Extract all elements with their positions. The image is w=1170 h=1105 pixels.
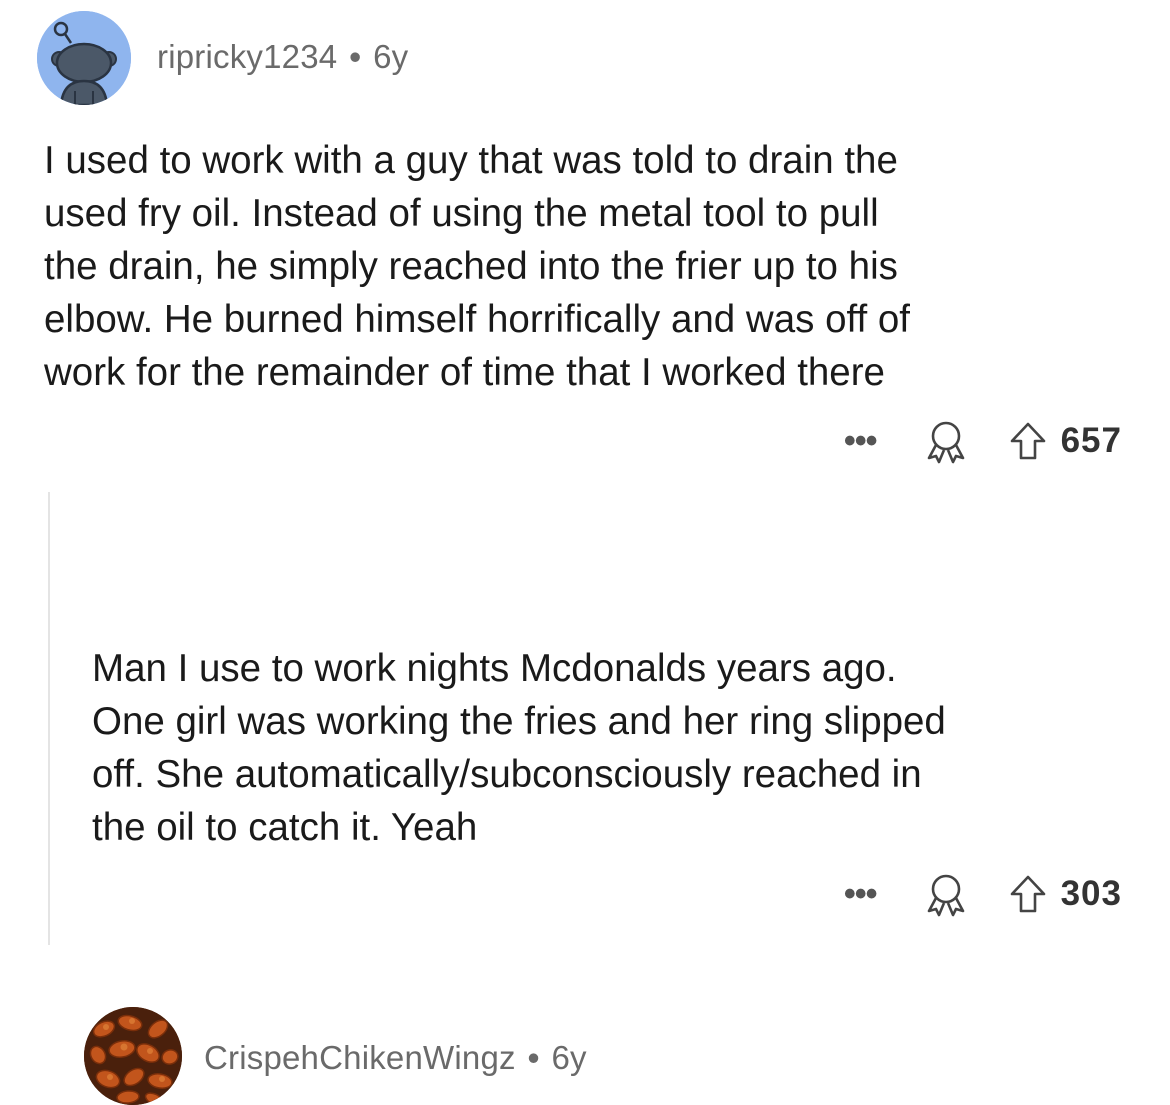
award-icon[interactable] <box>921 869 971 919</box>
comment-body-line: work for the remainder of time that I wo… <box>44 351 885 394</box>
comment-body-line: used fry oil. Instead of using the metal… <box>44 192 879 235</box>
comment-age: 6y <box>373 38 409 75</box>
user-avatar[interactable] <box>84 1007 182 1105</box>
comment-body-line: Man I use to work nights Mcdonalds years… <box>92 647 897 690</box>
meta-separator: • <box>527 1039 540 1076</box>
comment-body-line: I used to work with a guy that was told … <box>44 139 898 182</box>
more-options-icon[interactable]: ••• <box>844 424 878 458</box>
meta-separator: • <box>349 38 362 75</box>
comment-body-line: the drain, he simply reached into the fr… <box>44 245 898 288</box>
comment-actions: ••• 657 <box>844 416 1122 466</box>
comment-meta: CrispehChikenWingz • 6y <box>204 1039 587 1077</box>
username[interactable]: CrispehChikenWingz <box>204 1039 516 1076</box>
chicken-wings-avatar-icon <box>84 1007 182 1105</box>
user-avatar[interactable] <box>37 11 131 105</box>
reply-comment: CrispehChikenWingz • 6y Man I use to work … <box>0 490 1170 1105</box>
more-options-icon[interactable]: ••• <box>844 877 878 911</box>
comment-body: Man I use to work nights Mcdonalds years… <box>92 642 1152 854</box>
comment-age: 6y <box>551 1039 587 1076</box>
comment-body-line: elbow. He burned himself horrifically an… <box>44 298 910 341</box>
comment-meta: ripricky1234 • 6y <box>157 38 408 76</box>
username[interactable]: ripricky1234 <box>157 38 337 75</box>
vote-score: 303 <box>1060 874 1122 913</box>
comment-body-line: the oil to catch it. Yeah <box>92 806 478 849</box>
comment-actions: ••• 303 <box>844 869 1122 919</box>
upvote-arrow-icon[interactable] <box>1009 421 1047 461</box>
comment-body: I used to work with a guy that was told … <box>44 134 1144 399</box>
snoo-avatar-icon <box>37 11 131 105</box>
comment-body-line: One girl was working the fries and her r… <box>92 700 946 743</box>
comment-body-line: off. She automatically/subconsciously re… <box>92 753 922 796</box>
vote-score: 657 <box>1060 421 1122 460</box>
comment: ripricky1234 • 6y I used to work with a gu… <box>0 0 1170 490</box>
award-icon[interactable] <box>921 416 971 466</box>
upvote-arrow-icon[interactable] <box>1009 874 1047 914</box>
